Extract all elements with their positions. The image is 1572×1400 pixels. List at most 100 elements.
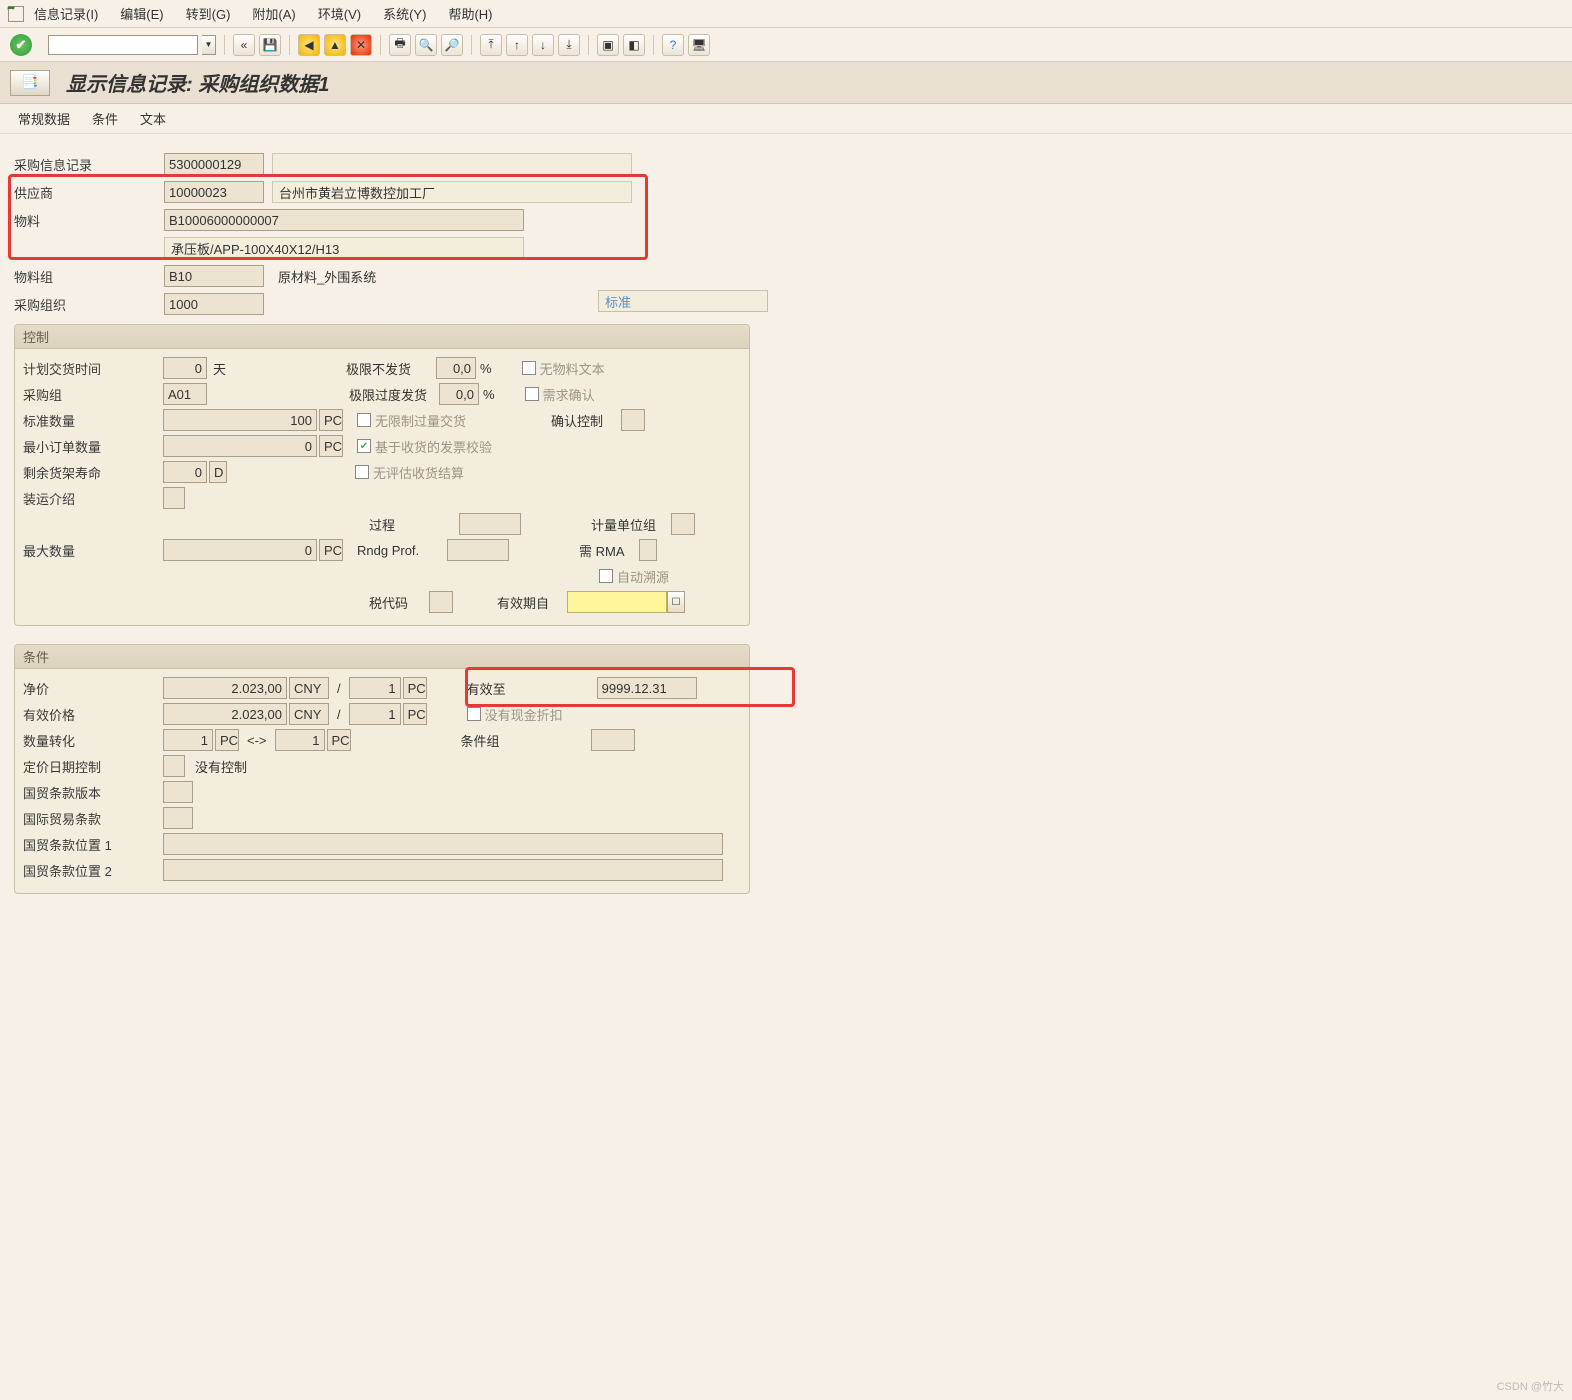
menu-goto[interactable]: 转到(G) xyxy=(186,4,231,23)
inco-loc1-label: 国贸条款位置 1 xyxy=(23,835,163,854)
matgrp-field: B10 xyxy=(164,265,264,287)
help-icon[interactable]: ? xyxy=(662,34,684,56)
subtab-conditions[interactable]: 条件 xyxy=(92,109,118,128)
porg-field: 1000 xyxy=(164,293,264,315)
panel-conditions-title: 条件 xyxy=(15,645,749,669)
cb-nocash[interactable] xyxy=(467,707,481,721)
proc-field[interactable] xyxy=(459,513,521,535)
info-category: 标准 xyxy=(598,290,768,312)
menu-info[interactable]: 信息记录(I) xyxy=(34,4,98,23)
condgrp-field[interactable] xyxy=(591,729,635,751)
inco-ver-field[interactable] xyxy=(163,781,193,803)
subtab-text[interactable]: 文本 xyxy=(140,109,166,128)
limit-no-field[interactable]: 0,0 xyxy=(436,357,476,379)
matgrp-desc: 原材料_外围系统 xyxy=(272,265,472,287)
cb-noeval[interactable] xyxy=(355,465,369,479)
pgrp-label: 采购组 xyxy=(23,385,163,404)
valfrom-field[interactable] xyxy=(567,591,667,613)
shelf-field[interactable]: 0 xyxy=(163,461,207,483)
watermark: CSDN @竹大 xyxy=(1497,1378,1572,1394)
last-page-icon[interactable]: ⤓ xyxy=(558,34,580,56)
rma-label: 需 RMA xyxy=(579,541,639,560)
limit-ov-field[interactable]: 0,0 xyxy=(439,383,479,405)
find-next-icon[interactable]: 🔎 xyxy=(441,34,463,56)
rndg-field[interactable] xyxy=(447,539,509,561)
cb-nomatxt[interactable] xyxy=(522,361,536,375)
uomgrp-label: 计量单位组 xyxy=(591,515,671,534)
tax-field[interactable] xyxy=(429,591,453,613)
menu-env[interactable]: 环境(V) xyxy=(318,4,361,23)
cb-nomatxt-label: 无物料文本 xyxy=(540,359,605,378)
dtctrl-field[interactable] xyxy=(163,755,185,777)
nav-back-icon[interactable]: ◀ xyxy=(298,34,320,56)
eff-label: 有效价格 xyxy=(23,705,163,724)
uomgrp-field[interactable] xyxy=(671,513,695,535)
percent1: % xyxy=(480,361,492,376)
next-page-icon[interactable]: ↓ xyxy=(532,34,554,56)
vendor-name: 台州市黄岩立博数控加工厂 xyxy=(272,181,632,203)
cb-auto[interactable] xyxy=(599,569,613,583)
rma-field[interactable] xyxy=(639,539,657,561)
stdqty-unit: PC xyxy=(319,409,343,431)
dtctrl-label: 定价日期控制 xyxy=(23,757,163,776)
dtctrl-text: 没有控制 xyxy=(195,757,247,776)
nav-exit-icon[interactable]: ▲ xyxy=(324,34,346,56)
enter-icon[interactable]: ✔ xyxy=(10,34,32,56)
vendor-field: 10000023 xyxy=(164,181,264,203)
layout-icon[interactable]: ◧ xyxy=(623,34,645,56)
info-record-desc xyxy=(272,153,632,175)
save-icon[interactable]: 💾 xyxy=(259,34,281,56)
inco-field[interactable] xyxy=(163,807,193,829)
inco-loc1-field[interactable] xyxy=(163,833,723,855)
eff-field[interactable]: 2.023,00 xyxy=(163,703,287,725)
menu-help[interactable]: 帮助(H) xyxy=(448,4,492,23)
command-dropdown[interactable]: ▼ xyxy=(202,35,216,55)
net-field[interactable]: 2.023,00 xyxy=(163,677,287,699)
info-record-field: 5300000129 xyxy=(164,153,264,175)
print-icon[interactable]: 🖶 xyxy=(389,34,411,56)
menu-system[interactable]: 系统(Y) xyxy=(383,4,426,23)
cb-griv[interactable]: ✔ xyxy=(357,439,371,453)
first-page-icon[interactable]: ⤒ xyxy=(480,34,502,56)
pgrp-field[interactable]: A01 xyxy=(163,383,207,405)
back-icon[interactable]: « xyxy=(233,34,255,56)
prev-page-icon[interactable]: ↑ xyxy=(506,34,528,56)
inco-loc2-field[interactable] xyxy=(163,859,723,881)
find-icon[interactable]: 🔍 xyxy=(415,34,437,56)
validto-field[interactable]: 9999.12.31 xyxy=(597,677,697,699)
valfrom-f4-icon[interactable]: ☐ xyxy=(667,591,685,613)
menu-extras[interactable]: 附加(A) xyxy=(252,4,295,23)
tax-label: 税代码 xyxy=(369,593,429,612)
arrow: <-> xyxy=(247,733,267,748)
cb-unlim[interactable] xyxy=(357,413,371,427)
content: 采购信息记录 5300000129 供应商 10000023 台州市黄岩立博数控… xyxy=(0,134,1170,910)
menu-edit[interactable]: 编辑(E) xyxy=(120,4,163,23)
minqty-field[interactable]: 0 xyxy=(163,435,317,457)
eff-per[interactable]: 1 xyxy=(349,703,401,725)
cb-needconf[interactable] xyxy=(525,387,539,401)
new-session-icon[interactable]: ▣ xyxy=(597,34,619,56)
deltime-field[interactable]: 0 xyxy=(163,357,207,379)
rndg-label: Rndg Prof. xyxy=(357,543,447,558)
maxqty-field[interactable]: 0 xyxy=(163,539,317,561)
qtyconv-a[interactable]: 1 xyxy=(163,729,213,751)
title-icon[interactable]: 📑 xyxy=(10,70,50,96)
local-layout-icon[interactable]: 🖥 xyxy=(688,34,710,56)
ship-field[interactable] xyxy=(163,487,185,509)
qtyconv-b[interactable]: 1 xyxy=(275,729,325,751)
net-per[interactable]: 1 xyxy=(349,677,401,699)
info-record-label: 采购信息记录 xyxy=(14,155,164,174)
subtab-general[interactable]: 常规数据 xyxy=(18,109,70,128)
command-field[interactable] xyxy=(48,35,198,55)
net-unit: PC xyxy=(403,677,427,699)
porg-label: 采购组织 xyxy=(14,295,164,314)
deltime-unit: 天 xyxy=(213,359,226,378)
conf-field[interactable] xyxy=(621,409,645,431)
inco-label: 国际贸易条款 xyxy=(23,809,163,828)
cancel-icon[interactable]: ✕ xyxy=(350,34,372,56)
stdqty-field[interactable]: 100 xyxy=(163,409,317,431)
app-menu-icon[interactable] xyxy=(8,6,24,22)
inco-loc2-label: 国贸条款位置 2 xyxy=(23,861,163,880)
validto-label: 有效至 xyxy=(467,679,537,698)
slash2: / xyxy=(337,707,341,722)
